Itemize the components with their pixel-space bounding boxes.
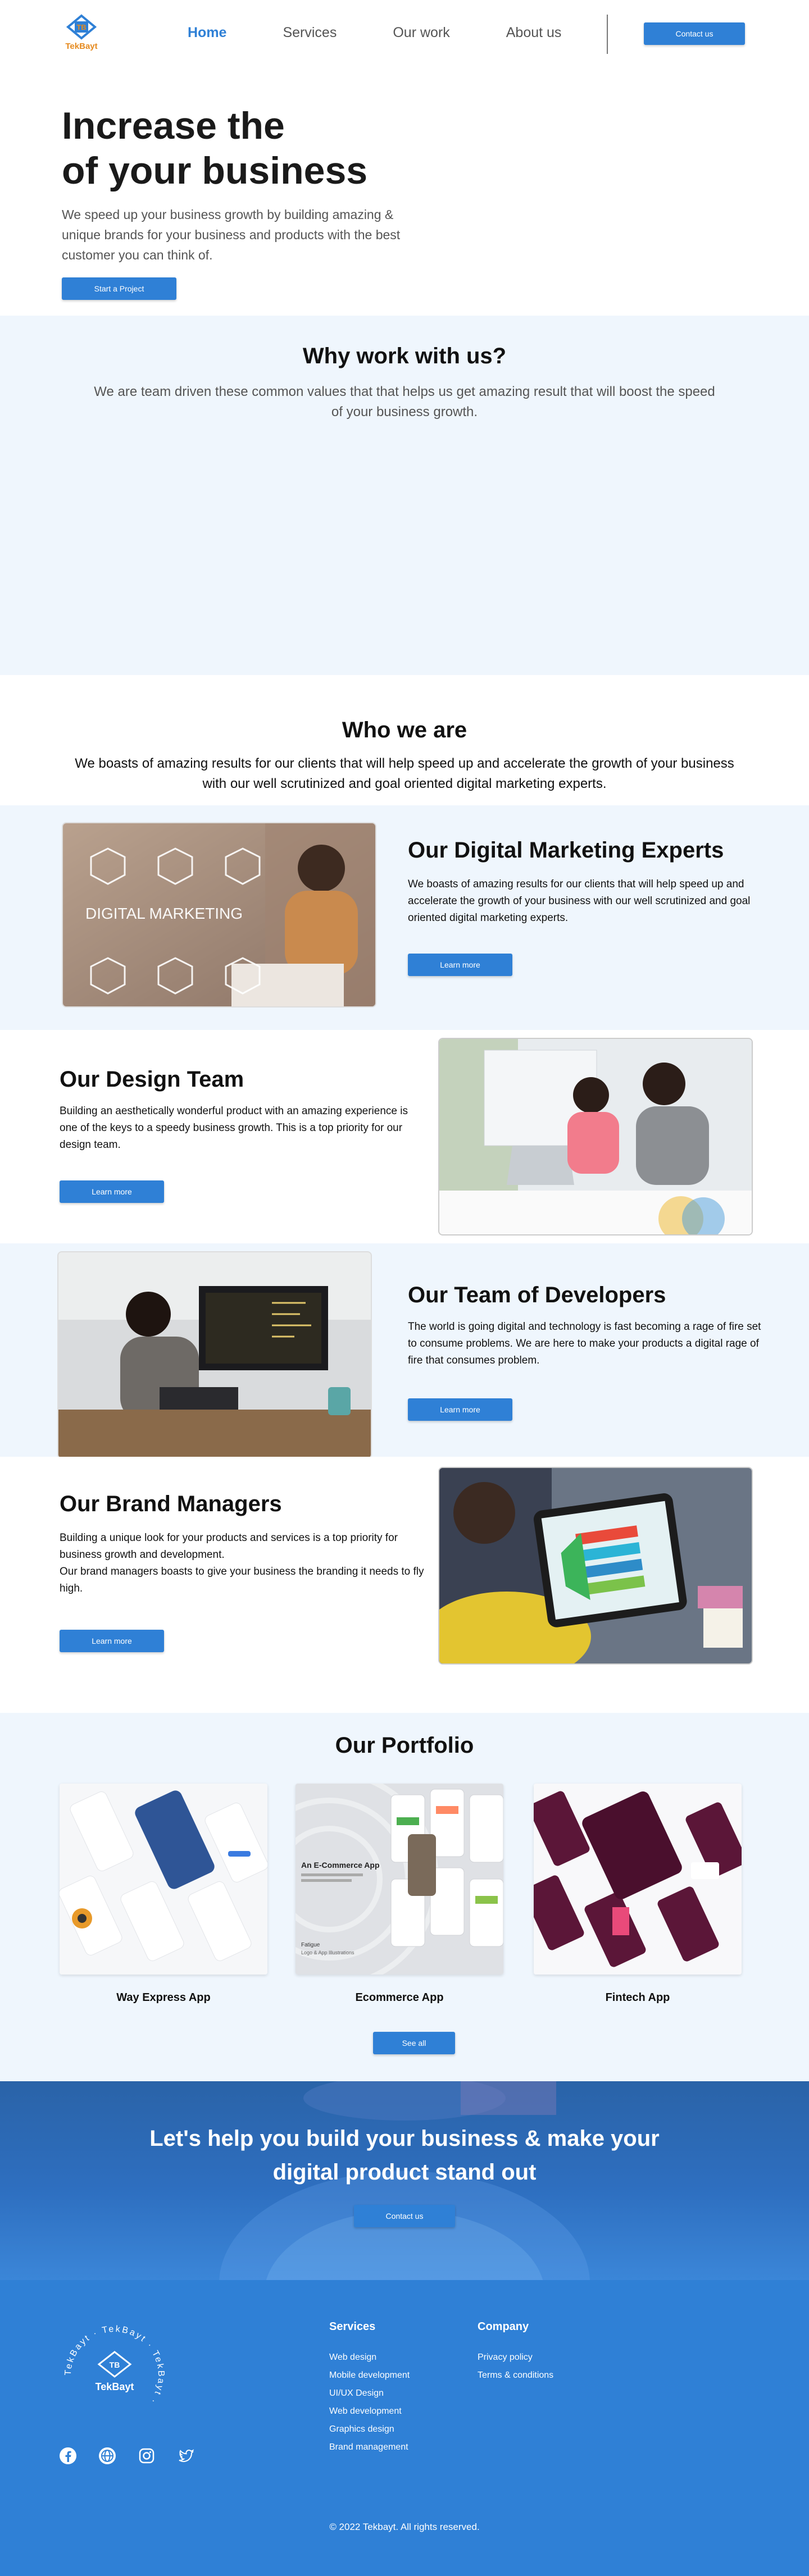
brand-logo[interactable]: TB TekBayt — [62, 13, 101, 54]
who-section: Who we are We boasts of amazing results … — [0, 675, 809, 805]
svg-text:DIGITAL MARKETING: DIGITAL MARKETING — [85, 905, 243, 922]
learn-more-button[interactable]: Learn more — [60, 1180, 164, 1203]
svg-text:An E-Commerce App: An E-Commerce App — [301, 1861, 380, 1870]
footer-badge-logo[interactable]: TekBayt · TekBayt · TekBayt · TB TekBayt — [58, 2319, 171, 2432]
globe-icon[interactable] — [98, 2446, 117, 2465]
team-description: We boasts of amazing results for our cli… — [408, 878, 751, 924]
footer-services-list: Web design Mobile development UI/UX Desi… — [329, 2349, 410, 2456]
team-brand-managers: Our Brand Managers Building a unique loo… — [0, 1457, 809, 1713]
portfolio-card-fintech[interactable] — [534, 1784, 742, 1975]
contact-us-button[interactable]: Contact us — [644, 22, 745, 45]
footer-company-title: Company — [478, 2320, 529, 2333]
learn-more-button[interactable]: Learn more — [408, 1398, 512, 1421]
design-team-image — [438, 1038, 753, 1235]
why-title: Why work with us? — [302, 344, 507, 368]
svg-text:Fatigue: Fatigue — [301, 1942, 320, 1948]
brand-name: TekBayt — [65, 42, 98, 51]
cta-title: Let's help you build your business & mak… — [0, 2122, 809, 2189]
brand-managers-image — [438, 1467, 753, 1665]
team-developers: Our Team of Developers The world is goin… — [0, 1243, 809, 1459]
portfolio-card-way-express[interactable] — [60, 1784, 267, 1975]
twitter-icon[interactable] — [176, 2446, 196, 2465]
digital-marketing-image: DIGITAL MARKETING — [62, 822, 376, 1007]
developers-image — [57, 1251, 372, 1459]
nav-services[interactable]: Services — [283, 25, 337, 41]
portfolio-caption: Fintech App — [605, 1991, 670, 2004]
navbar: TB TekBayt Home Services Our work About … — [0, 0, 809, 67]
portfolio-title: Our Portfolio — [335, 1733, 474, 1758]
learn-more-button[interactable]: Learn more — [408, 954, 512, 976]
portfolio-caption: Way Express App — [116, 1991, 211, 2004]
social-links — [58, 2446, 196, 2465]
learn-more-button[interactable]: Learn more — [60, 1630, 164, 1652]
start-project-button[interactable]: Start a Project — [62, 277, 176, 300]
svg-text:TB: TB — [110, 2360, 120, 2369]
why-section: Why work with us? We are team driven the… — [0, 316, 809, 675]
who-description: We boasts of amazing results for our cli… — [75, 756, 734, 791]
cta-title-line1: Let's help you build your business & mak… — [149, 2126, 660, 2151]
footer-link-graphics-design[interactable]: Graphics design — [329, 2420, 410, 2438]
hero-title: Increase the of your business — [62, 103, 455, 193]
main-nav: Home Services Our work About us — [188, 25, 617, 41]
team-title: Our Brand Managers — [60, 1492, 282, 1516]
hero-title-line1: Increase the — [62, 104, 285, 147]
cta-contact-button[interactable]: Contact us — [354, 2205, 455, 2227]
team-description-line2: Our brand managers boasts to give your b… — [60, 1566, 424, 1594]
footer-link-web-design[interactable]: Web design — [329, 2349, 410, 2367]
hero-description: We speed up your business growth by buil… — [62, 207, 401, 262]
footer-link-terms[interactable]: Terms & conditions — [478, 2367, 553, 2384]
nav-divider — [607, 15, 608, 54]
footer-link-uiux-design[interactable]: UI/UX Design — [329, 2384, 410, 2402]
team-design: Our Design Team Building an aestheticall… — [0, 1030, 809, 1243]
instagram-icon[interactable] — [137, 2446, 156, 2465]
who-title: Who we are — [342, 718, 467, 742]
footer-services-title: Services — [329, 2320, 376, 2333]
team-description: Building a unique look for your products… — [60, 1530, 430, 1597]
svg-text:TekBayt: TekBayt — [96, 2381, 134, 2392]
see-all-button[interactable]: See all — [373, 2032, 455, 2054]
nav-our-work[interactable]: Our work — [393, 25, 449, 41]
footer-link-brand-management[interactable]: Brand management — [329, 2438, 410, 2456]
footer-link-web-development[interactable]: Web development — [329, 2402, 410, 2420]
nav-home[interactable]: Home — [188, 25, 226, 41]
team-description: The world is going digital and technolog… — [408, 1321, 761, 1366]
footer-link-privacy-policy[interactable]: Privacy policy — [478, 2349, 553, 2367]
svg-text:TB: TB — [76, 23, 86, 31]
cta-title-line2: digital product stand out — [272, 2160, 537, 2185]
team-title: Our Digital Marketing Experts — [408, 838, 724, 863]
footer: TekBayt · TekBayt · TekBayt · TB TekBayt — [0, 2280, 809, 2576]
team-digital-marketing: DIGITAL MARKETING Our Digital Marketing … — [0, 805, 809, 1030]
facebook-icon[interactable] — [58, 2446, 78, 2465]
logo-mark-icon: TB — [66, 14, 97, 40]
copyright-text: © 2022 Tekbayt. All rights reserved. — [329, 2522, 480, 2532]
team-description: Building an aesthetically wonderful prod… — [60, 1105, 408, 1151]
team-title: Our Team of Developers — [408, 1283, 666, 1307]
team-description-line1: Building a unique look for your products… — [60, 1532, 398, 1561]
footer-link-mobile-development[interactable]: Mobile development — [329, 2367, 410, 2384]
cta-section: Let's help you build your business & mak… — [0, 2081, 809, 2280]
footer-company-list: Privacy policy Terms & conditions — [478, 2349, 553, 2384]
why-description: We are team driven these common values t… — [94, 384, 715, 420]
portfolio-caption: Ecommerce App — [355, 1991, 444, 2004]
hero-title-line2: of your business — [62, 149, 368, 192]
portfolio-card-ecommerce[interactable]: An E-Commerce App Fatigue Logo & App Ill… — [296, 1784, 503, 1975]
team-title: Our Design Team — [60, 1067, 244, 1092]
nav-about-us[interactable]: About us — [506, 25, 562, 41]
hero-section: Increase the of your business We speed u… — [0, 67, 809, 316]
portfolio-section: Our Portfolio Way Express App An E-Comme… — [0, 1713, 809, 2081]
svg-text:Logo & App Illustrations: Logo & App Illustrations — [301, 1950, 354, 1955]
